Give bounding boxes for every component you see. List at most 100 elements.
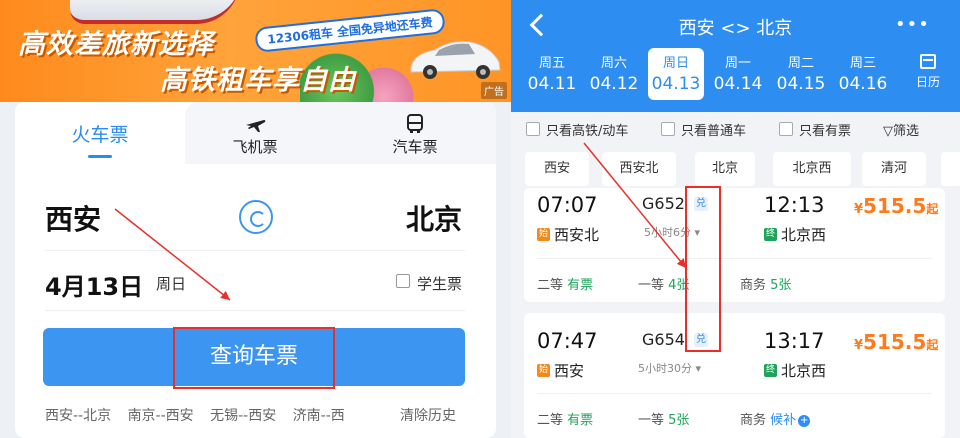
date-option-selected[interactable]: 周日 04.13: [648, 48, 704, 100]
ticket-price: ¥515.5起: [854, 330, 938, 354]
date-option[interactable]: 周三 04.16: [835, 52, 891, 94]
terminal-station: 北京西: [781, 226, 827, 244]
promo-banner[interactable]: 12306租车 全国免异地还车费 高效差旅新选择 高铁租车享自由 广告: [0, 0, 511, 102]
tab-train[interactable]: 火车票: [15, 102, 185, 164]
seat-status: 有票: [567, 278, 594, 293]
station-chip[interactable]: 北京西: [773, 152, 851, 186]
station-chip[interactable]: 西安: [525, 152, 589, 186]
price-value: 515.5: [863, 330, 927, 354]
student-ticket-label[interactable]: 学生票: [417, 273, 462, 294]
filter-normal-checkbox[interactable]: [661, 122, 675, 136]
date-value: 04.16: [838, 74, 888, 94]
tab-train-label: 火车票: [71, 124, 129, 146]
clear-history-button[interactable]: 清除历史: [396, 405, 456, 425]
train-image: [70, 0, 240, 24]
bus-icon: [407, 114, 423, 133]
origin-station: 西安北: [554, 226, 600, 244]
filter-highspeed-label[interactable]: 只看高铁/动车: [546, 120, 628, 139]
origin-badge: 始: [537, 228, 550, 241]
date-weekday: 周日: [662, 56, 689, 71]
origin-station: 西安: [554, 362, 585, 380]
travel-duration: 5小时6分 ▾: [644, 224, 700, 240]
currency-symbol: ¥: [854, 338, 864, 353]
history-item[interactable]: 南京--西安: [128, 408, 194, 424]
price-from-label: 起: [926, 338, 939, 352]
date-value: 04.14: [713, 74, 763, 94]
more-menu-icon[interactable]: •••: [895, 14, 930, 35]
swap-cities-icon[interactable]: [239, 200, 273, 234]
filter-highspeed-checkbox[interactable]: [526, 122, 540, 136]
history-item[interactable]: 济南--西: [293, 408, 345, 424]
train-number: G654: [642, 330, 685, 349]
train-number: G652: [642, 194, 685, 213]
date-option[interactable]: 周二 04.15: [773, 52, 829, 94]
tab-bus-label: 汽车票: [392, 138, 438, 156]
seat-status: 5张: [770, 278, 792, 293]
seat-class: 一等: [638, 278, 665, 293]
date-value: 04.13: [651, 74, 701, 94]
banner-headline-1: 高效差旅新选择: [18, 29, 214, 60]
seat-business-class[interactable]: 商务 候补 +: [740, 409, 811, 428]
station-chip[interactable]: 北京: [695, 152, 755, 186]
duration-text: 5小时30分: [638, 362, 692, 375]
seat-class: 一等: [638, 413, 665, 428]
travel-date[interactable]: 4月13日: [45, 267, 143, 302]
filter-available-checkbox[interactable]: [779, 122, 793, 136]
currency-symbol: ¥: [854, 202, 864, 217]
filter-button[interactable]: ▽筛选: [883, 120, 919, 139]
search-tickets-button[interactable]: 查询车票: [43, 328, 465, 386]
origin-badge: 始: [537, 364, 550, 377]
tab-plane[interactable]: 飞机票: [195, 102, 315, 164]
travel-weekday: 周日: [156, 275, 187, 293]
history-item[interactable]: 西安--北京: [45, 408, 111, 424]
plus-icon[interactable]: +: [798, 415, 811, 427]
seat-class: 商务: [740, 278, 767, 293]
seat-status: 4张: [668, 278, 690, 293]
car-image: [410, 41, 501, 79]
date-option[interactable]: 周一 04.14: [710, 52, 766, 94]
date-value: 04.15: [776, 74, 826, 94]
train-card[interactable]: 07:47 G654 兑 13:17 ¥515.5起 始 西安 5小时30分 ▾…: [524, 313, 945, 438]
chevron-down-icon: ▾: [695, 362, 702, 375]
travel-duration: 5小时30分 ▾: [638, 360, 701, 376]
seat-status: 候补: [770, 413, 797, 428]
date-option[interactable]: 周五 04.11: [524, 52, 580, 94]
student-ticket-checkbox[interactable]: [396, 274, 410, 288]
date-weekday: 周六: [600, 56, 627, 71]
seat-second-class: 二等 有票: [537, 409, 593, 428]
date-option[interactable]: 周六 04.12: [586, 52, 642, 94]
date-weekday: 周一: [724, 56, 751, 71]
calendar-button[interactable]: 日历: [908, 54, 948, 90]
history-item[interactable]: 无锡--西安: [210, 408, 276, 424]
departure-city[interactable]: 西安: [45, 198, 101, 238]
exchange-badge: 兑: [694, 197, 708, 211]
date-weekday: 周三: [849, 56, 876, 71]
price-from-label: 起: [926, 202, 939, 216]
filter-available-label[interactable]: 只看有票: [799, 120, 851, 139]
departure-time: 07:07: [537, 193, 598, 217]
station-chip-overflow[interactable]: [941, 152, 960, 186]
arrival-time: 13:17: [764, 329, 825, 353]
seat-class: 商务: [740, 413, 767, 428]
filter-normal-label[interactable]: 只看普通车: [681, 120, 746, 139]
train-card[interactable]: 07:07 G652 兑 12:13 ¥515.5起 始 西安北 5小时6分 ▾…: [524, 188, 945, 302]
date-weekday: 周五: [538, 56, 565, 71]
terminal-badge: 终: [764, 364, 777, 377]
station-chip[interactable]: 清河: [862, 152, 926, 186]
tab-bus[interactable]: 汽车票: [355, 102, 475, 164]
filter-button-label: 筛选: [893, 124, 920, 139]
arrival-city[interactable]: 北京: [406, 198, 462, 238]
card-divider: [537, 258, 932, 259]
date-value: 04.12: [589, 74, 639, 94]
seat-business-class: 商务 5张: [740, 274, 791, 293]
seat-class: 二等: [537, 278, 564, 293]
card-divider: [537, 393, 932, 394]
station-chip[interactable]: 西安北: [602, 152, 676, 186]
terminal-badge: 终: [764, 228, 777, 241]
results-header: 西安 <> 北京 ••• 周五 04.11 周六 04.12 周日 04.13 …: [511, 0, 960, 112]
right-panel: 西安 <> 北京 ••• 周五 04.11 周六 04.12 周日 04.13 …: [511, 0, 960, 438]
calendar-icon: [920, 54, 936, 69]
left-panel: 12306租车 全国免异地还车费 高效差旅新选择 高铁租车享自由 广告 火车票 …: [0, 0, 511, 438]
ad-label: 广告: [481, 82, 507, 99]
transport-tabs: 火车票 飞机票 汽车票: [15, 102, 496, 164]
